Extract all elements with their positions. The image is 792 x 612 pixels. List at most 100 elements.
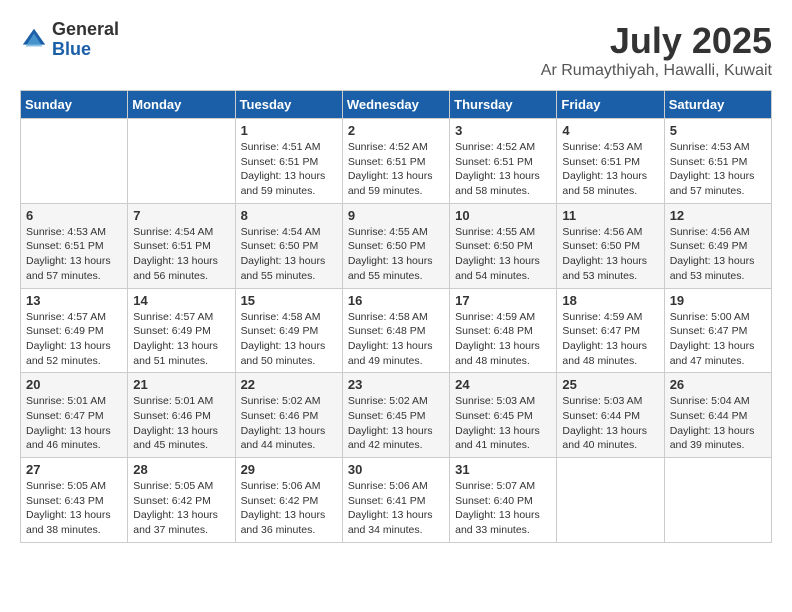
cell-info: Sunrise: 4:54 AM Sunset: 6:51 PM Dayligh…	[133, 225, 229, 284]
day-number: 7	[133, 208, 229, 223]
calendar-table: SundayMondayTuesdayWednesdayThursdayFrid…	[20, 90, 772, 543]
day-number: 4	[562, 123, 658, 138]
cell-info: Sunrise: 4:57 AM Sunset: 6:49 PM Dayligh…	[26, 310, 122, 369]
day-number: 10	[455, 208, 551, 223]
calendar-cell: 28 Sunrise: 5:05 AM Sunset: 6:42 PM Dayli…	[128, 458, 235, 543]
cell-info: Sunrise: 5:04 AM Sunset: 6:44 PM Dayligh…	[670, 394, 766, 453]
cell-info: Sunrise: 5:02 AM Sunset: 6:45 PM Dayligh…	[348, 394, 444, 453]
month-title: July 2025	[541, 20, 772, 62]
calendar-cell: 9Sunrise: 4:55 AM Sunset: 6:50 PM Daylig…	[342, 203, 449, 288]
cell-info: Sunrise: 4:56 AM Sunset: 6:50 PM Dayligh…	[562, 225, 658, 284]
day-number: 5	[670, 123, 766, 138]
day-number: 26	[670, 377, 766, 392]
day-number: 3	[455, 123, 551, 138]
cell-info: Sunrise: 5:01 AM Sunset: 6:47 PM Dayligh…	[26, 394, 122, 453]
day-number: 16	[348, 293, 444, 308]
logo-icon	[20, 26, 48, 54]
cell-info: Sunrise: 5:07 AM Sunset: 6:40 PM Dayligh…	[455, 479, 551, 538]
cell-info: Sunrise: 4:53 AM Sunset: 6:51 PM Dayligh…	[670, 140, 766, 199]
day-number: 8	[241, 208, 337, 223]
week-row-5: 27Sunrise: 5:05 AM Sunset: 6:43 PM Dayli…	[21, 458, 772, 543]
day-number: 19	[670, 293, 766, 308]
cell-info: Sunrise: 4:56 AM Sunset: 6:49 PM Dayligh…	[670, 225, 766, 284]
cell-info: Sunrise: 5:05 AM Sunset: 6:42 PM Dayligh…	[133, 479, 229, 538]
cell-info: Sunrise: 5:03 AM Sunset: 6:45 PM Dayligh…	[455, 394, 551, 453]
cell-info: Sunrise: 4:53 AM Sunset: 6:51 PM Dayligh…	[26, 225, 122, 284]
cell-info: Sunrise: 4:51 AM Sunset: 6:51 PM Dayligh…	[241, 140, 337, 199]
day-number: 2	[348, 123, 444, 138]
cell-info: Sunrise: 4:55 AM Sunset: 6:50 PM Dayligh…	[348, 225, 444, 284]
day-number: 30	[348, 462, 444, 477]
calendar-cell: 20 Sunrise: 5:01 AM Sunset: 6:47 PM Dayli…	[21, 373, 128, 458]
day-number: 15	[241, 293, 337, 308]
day-number: 14	[133, 293, 229, 308]
cell-info: Sunrise: 4:58 AM Sunset: 6:49 PM Dayligh…	[241, 310, 337, 369]
calendar-cell: 24 Sunrise: 5:03 AM Sunset: 6:45 PM Dayli…	[450, 373, 557, 458]
cell-info: Sunrise: 5:00 AM Sunset: 6:47 PM Dayligh…	[670, 310, 766, 369]
calendar-cell: 12 Sunrise: 4:56 AM Sunset: 6:49 PM Dayli…	[664, 203, 771, 288]
header-thursday: Thursday	[450, 91, 557, 119]
calendar-cell: 17 Sunrise: 4:59 AM Sunset: 6:48 PM Dayli…	[450, 288, 557, 373]
cell-info: Sunrise: 5:03 AM Sunset: 6:44 PM Dayligh…	[562, 394, 658, 453]
day-number: 17	[455, 293, 551, 308]
calendar-cell: 30Sunrise: 5:06 AM Sunset: 6:41 PM Dayli…	[342, 458, 449, 543]
day-number: 11	[562, 208, 658, 223]
day-number: 29	[241, 462, 337, 477]
week-row-1: 1 Sunrise: 4:51 AM Sunset: 6:51 PM Daylig…	[21, 119, 772, 204]
cell-info: Sunrise: 4:59 AM Sunset: 6:48 PM Dayligh…	[455, 310, 551, 369]
calendar-cell	[664, 458, 771, 543]
calendar-cell: 7 Sunrise: 4:54 AM Sunset: 6:51 PM Daylig…	[128, 203, 235, 288]
cell-info: Sunrise: 5:06 AM Sunset: 6:42 PM Dayligh…	[241, 479, 337, 538]
calendar-cell: 10 Sunrise: 4:55 AM Sunset: 6:50 PM Dayli…	[450, 203, 557, 288]
header-friday: Friday	[557, 91, 664, 119]
logo-text: General Blue	[52, 20, 119, 60]
header-tuesday: Tuesday	[235, 91, 342, 119]
day-number: 23	[348, 377, 444, 392]
page-header: General Blue July 2025 Ar Rumaythiyah, H…	[20, 20, 772, 80]
header-saturday: Saturday	[664, 91, 771, 119]
day-number: 25	[562, 377, 658, 392]
calendar-cell: 31Sunrise: 5:07 AM Sunset: 6:40 PM Dayli…	[450, 458, 557, 543]
calendar-cell: 5 Sunrise: 4:53 AM Sunset: 6:51 PM Daylig…	[664, 119, 771, 204]
calendar-cell: 19 Sunrise: 5:00 AM Sunset: 6:47 PM Dayli…	[664, 288, 771, 373]
cell-info: Sunrise: 4:57 AM Sunset: 6:49 PM Dayligh…	[133, 310, 229, 369]
calendar-cell: 11 Sunrise: 4:56 AM Sunset: 6:50 PM Dayli…	[557, 203, 664, 288]
calendar-cell	[557, 458, 664, 543]
logo: General Blue	[20, 20, 119, 60]
cell-info: Sunrise: 4:55 AM Sunset: 6:50 PM Dayligh…	[455, 225, 551, 284]
calendar-cell: 16 Sunrise: 4:58 AM Sunset: 6:48 PM Dayli…	[342, 288, 449, 373]
calendar-cell: 3 Sunrise: 4:52 AM Sunset: 6:51 PM Daylig…	[450, 119, 557, 204]
day-number: 6	[26, 208, 122, 223]
location: Ar Rumaythiyah, Hawalli, Kuwait	[541, 62, 772, 80]
calendar-cell	[128, 119, 235, 204]
title-block: July 2025 Ar Rumaythiyah, Hawalli, Kuwai…	[541, 20, 772, 80]
cell-info: Sunrise: 4:58 AM Sunset: 6:48 PM Dayligh…	[348, 310, 444, 369]
cell-info: Sunrise: 4:59 AM Sunset: 6:47 PM Dayligh…	[562, 310, 658, 369]
calendar-cell: 29 Sunrise: 5:06 AM Sunset: 6:42 PM Dayli…	[235, 458, 342, 543]
calendar-cell: 26 Sunrise: 5:04 AM Sunset: 6:44 PM Dayli…	[664, 373, 771, 458]
week-row-3: 13Sunrise: 4:57 AM Sunset: 6:49 PM Dayli…	[21, 288, 772, 373]
logo-blue: Blue	[52, 40, 119, 60]
calendar-cell: 25 Sunrise: 5:03 AM Sunset: 6:44 PM Dayli…	[557, 373, 664, 458]
day-number: 28	[133, 462, 229, 477]
day-number: 18	[562, 293, 658, 308]
calendar-cell: 14 Sunrise: 4:57 AM Sunset: 6:49 PM Dayli…	[128, 288, 235, 373]
day-number: 27	[26, 462, 122, 477]
header-monday: Monday	[128, 91, 235, 119]
calendar-cell: 22Sunrise: 5:02 AM Sunset: 6:46 PM Dayli…	[235, 373, 342, 458]
day-number: 20	[26, 377, 122, 392]
day-number: 24	[455, 377, 551, 392]
day-number: 22	[241, 377, 337, 392]
logo-general: General	[52, 20, 119, 40]
cell-info: Sunrise: 5:01 AM Sunset: 6:46 PM Dayligh…	[133, 394, 229, 453]
cell-info: Sunrise: 4:52 AM Sunset: 6:51 PM Dayligh…	[455, 140, 551, 199]
day-number: 1	[241, 123, 337, 138]
calendar-cell: 6 Sunrise: 4:53 AM Sunset: 6:51 PM Daylig…	[21, 203, 128, 288]
calendar-cell: 21Sunrise: 5:01 AM Sunset: 6:46 PM Dayli…	[128, 373, 235, 458]
calendar-cell: 2Sunrise: 4:52 AM Sunset: 6:51 PM Daylig…	[342, 119, 449, 204]
calendar-cell: 27Sunrise: 5:05 AM Sunset: 6:43 PM Dayli…	[21, 458, 128, 543]
calendar-cell: 1 Sunrise: 4:51 AM Sunset: 6:51 PM Daylig…	[235, 119, 342, 204]
calendar-cell: 23 Sunrise: 5:02 AM Sunset: 6:45 PM Dayli…	[342, 373, 449, 458]
calendar-cell: 8Sunrise: 4:54 AM Sunset: 6:50 PM Daylig…	[235, 203, 342, 288]
day-number: 12	[670, 208, 766, 223]
